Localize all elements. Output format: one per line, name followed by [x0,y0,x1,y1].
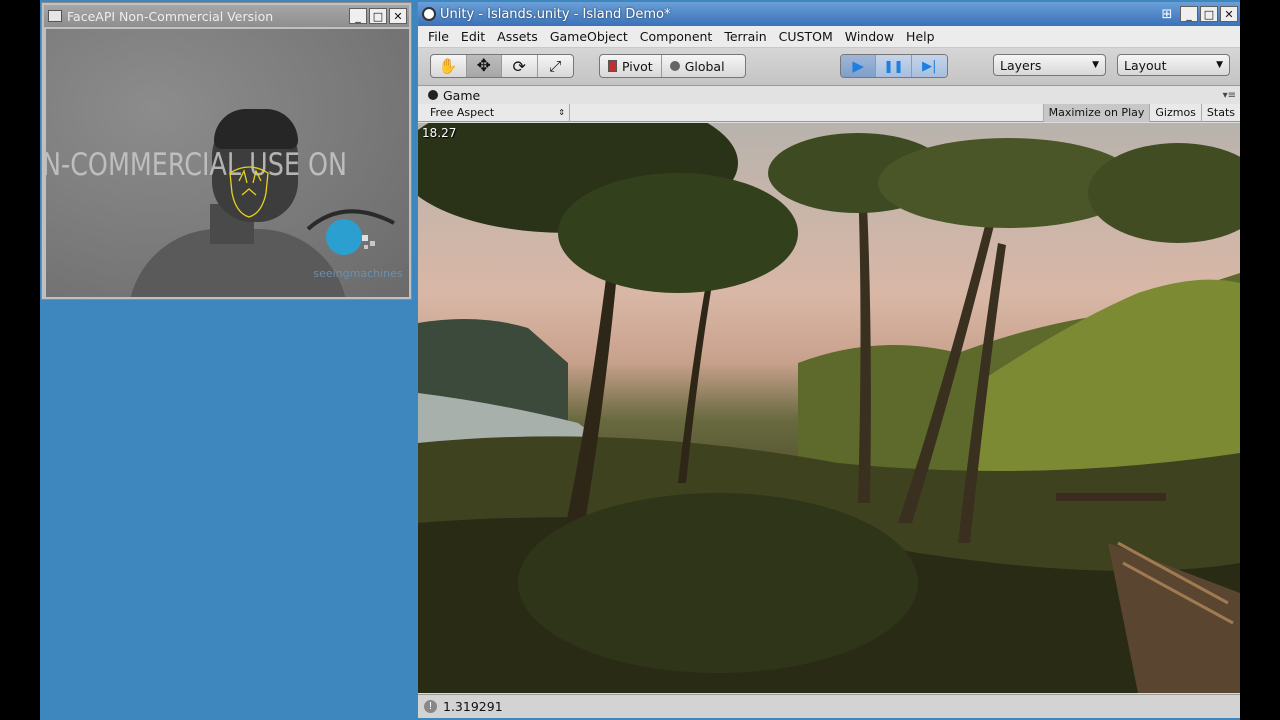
unity-window[interactable]: Unity - Islands.unity - Island Demo* ⊞ _… [417,2,1240,718]
step-button[interactable]: ▶| [911,55,947,77]
play-button[interactable]: ▶ [841,55,877,77]
unity-minimize-button[interactable]: _ [1180,6,1198,22]
layers-dropdown[interactable]: Layers ▼ [993,54,1106,76]
faceapi-close-button[interactable]: ✕ [389,8,407,24]
faceapi-minimize-button[interactable]: _ [349,8,367,24]
unity-title-bar[interactable]: Unity - Islands.unity - Island Demo* ⊞ _… [418,2,1240,26]
gizmos-toggle[interactable]: Gizmos [1149,103,1201,122]
move-tool-icon[interactable]: ✥ [466,55,502,77]
layout-label: Layout [1124,57,1167,73]
menu-custom[interactable]: CUSTOM [773,29,839,44]
hand-tool-icon[interactable]: ✋ [431,55,467,77]
menu-help[interactable]: Help [900,29,941,44]
menu-component[interactable]: Component [634,29,719,44]
aspect-label: Free Aspect [430,106,495,119]
game-viewport[interactable]: 18.27 [418,123,1240,693]
menu-file[interactable]: File [422,29,455,44]
unity-maximize-button[interactable]: □ [1200,6,1218,22]
maximize-on-play-toggle[interactable]: Maximize on Play [1042,103,1150,122]
grid-icon[interactable]: ⊞ [1158,6,1176,22]
info-icon: ! [424,700,437,713]
menu-window[interactable]: Window [839,29,900,44]
faceapi-maximize-button[interactable]: □ [369,8,387,24]
unity-window-title: Unity - Islands.unity - Island Demo* [440,6,671,22]
faceapi-window-title: FaceAPI Non-Commercial Version [67,8,274,24]
layout-dropdown[interactable]: Layout ▼ [1117,54,1230,76]
transform-tools: ✋ ✥ ⟳ ⤢ [430,54,574,78]
layers-label: Layers [1000,57,1042,73]
faceapi-window[interactable]: FaceAPI Non-Commercial Version _ □ ✕ N-C… [41,2,412,300]
unity-menu-bar: File Edit Assets GameObject Component Te… [418,26,1240,48]
global-label: Global [684,58,725,74]
chevron-down-icon: ▼ [1216,60,1223,70]
pivot-button[interactable]: Pivot [600,55,662,77]
game-view-controls: Free Aspect ⇕ Maximize on Play Gizmos St… [418,103,1240,122]
game-tab[interactable]: Game ▾≡ [418,86,1240,104]
unity-close-button[interactable]: ✕ [1220,6,1238,22]
playback-controls: ▶ ❚❚ ▶| [840,54,948,78]
faceapi-camera-view: N-COMMERCIAL USE ON seeingmachines [46,29,409,297]
non-commercial-watermark: N-COMMERCIAL USE ON [46,147,348,183]
chevron-down-icon: ▼ [1092,60,1099,70]
rotate-tool-icon[interactable]: ⟳ [502,55,538,77]
menu-edit[interactable]: Edit [455,29,491,44]
seeingmachines-logo: seeingmachines [304,201,404,291]
island-scene [418,123,1240,693]
pause-button[interactable]: ❚❚ [876,55,912,77]
unity-logo-icon [422,7,436,21]
updown-arrows-icon: ⇕ [558,108,565,117]
person-hair [214,109,298,149]
unity-toolbar: ✋ ✥ ⟳ ⤢ Pivot Global ▶ ❚❚ ▶| Layers ▼ La… [418,48,1240,86]
stats-toggle[interactable]: Stats [1200,103,1240,122]
game-tab-label: Game [443,87,481,103]
scale-tool-icon[interactable]: ⤢ [538,55,573,77]
game-tab-icon [428,90,438,100]
tab-menu-icon[interactable]: ▾≡ [1223,90,1236,101]
faceapi-title-bar[interactable]: FaceAPI Non-Commercial Version _ □ ✕ [44,5,409,27]
seeingmachines-logo-text: seeingmachines [313,267,403,280]
menu-gameobject[interactable]: GameObject [544,29,634,44]
aspect-dropdown[interactable]: Free Aspect ⇕ [418,103,570,122]
fps-counter: 18.27 [422,126,457,140]
faceapi-app-icon [48,10,62,22]
menu-terrain[interactable]: Terrain [718,29,772,44]
pivot-label: Pivot [622,58,653,74]
status-value: 1.319291 [443,699,503,714]
globe-icon [669,61,680,71]
pivot-icon [608,60,617,72]
menu-assets[interactable]: Assets [491,29,544,44]
global-button[interactable]: Global [662,55,733,77]
face-tracking-overlay [229,166,269,218]
unity-status-bar: ! 1.319291 [418,694,1240,718]
pivot-global-toggle: Pivot Global [599,54,746,78]
